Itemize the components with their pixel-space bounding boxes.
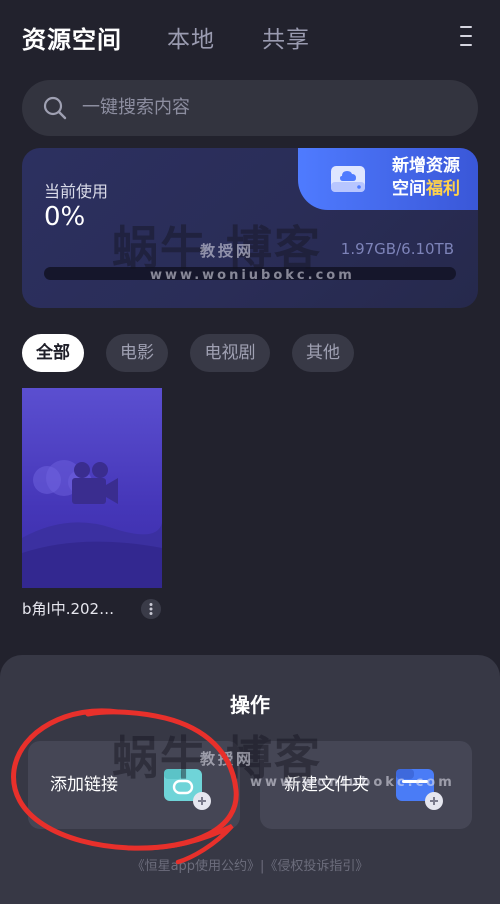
more-vertical-icon[interactable] (141, 599, 161, 619)
filter-other[interactable]: 其他 (292, 334, 354, 372)
filter-movies[interactable]: 电影 (106, 334, 168, 372)
promo-text: 新增资源 空间福利 (376, 155, 476, 201)
usage-label: 当前使用 (44, 182, 109, 201)
video-camera-icon (72, 462, 118, 504)
tab-resource-space[interactable]: 资源空间 (22, 20, 122, 55)
promo-line2: 空间福利 (376, 178, 476, 201)
promo-highlight: 福利 (426, 179, 460, 199)
add-link-label: 添加链接 (50, 775, 118, 795)
usage-progress-bar (44, 267, 456, 280)
usage-amount: 1.97GB/6.10TB (340, 240, 454, 258)
promo-line1: 新增资源 (392, 156, 460, 176)
storage-usage-card[interactable]: 当前使用 0% 1.97GB/6.10TB 新增资源 空间福利 (22, 148, 478, 308)
usage-percent: 0% (44, 202, 86, 232)
new-folder-button[interactable]: 新建文件夹 (260, 741, 472, 829)
search-bar[interactable] (22, 80, 478, 136)
top-tab-bar: 资源空间 本地 共享 (22, 16, 482, 56)
add-link-button[interactable]: 添加链接 (28, 741, 240, 829)
promo-line2-prefix: 空间 (392, 179, 426, 199)
more-vertical-icon[interactable] (458, 23, 474, 49)
tab-local[interactable]: 本地 (167, 20, 215, 54)
search-icon (43, 96, 67, 120)
sheet-title: 操作 (230, 693, 270, 717)
promo-banner[interactable]: 新增资源 空间福利 (298, 148, 478, 210)
new-folder-icon (396, 769, 443, 810)
new-folder-label: 新建文件夹 (284, 775, 369, 795)
filter-tv[interactable]: 电视剧 (190, 334, 270, 372)
app-screen: 资源空间 本地 共享 当前使用 0% 1.97GB/6.10TB (0, 0, 500, 904)
filter-all[interactable]: 全部 (22, 334, 84, 372)
search-input[interactable] (82, 80, 462, 136)
filter-chips: 全部 电影 电视剧 其他 (22, 334, 478, 372)
add-link-folder-icon (164, 769, 211, 810)
action-sheet: 操作 添加链接 新建文件夹 《恒星app使用公约》|《侵权投诉指引》 (0, 655, 500, 904)
footer-links[interactable]: 《恒星app使用公约》|《侵权投诉指引》 (0, 855, 500, 874)
cloud-storage-icon (331, 166, 365, 192)
file-name[interactable]: b角l中.202… (22, 598, 114, 619)
tab-shared[interactable]: 共享 (262, 20, 310, 54)
file-thumbnail[interactable] (22, 388, 162, 588)
